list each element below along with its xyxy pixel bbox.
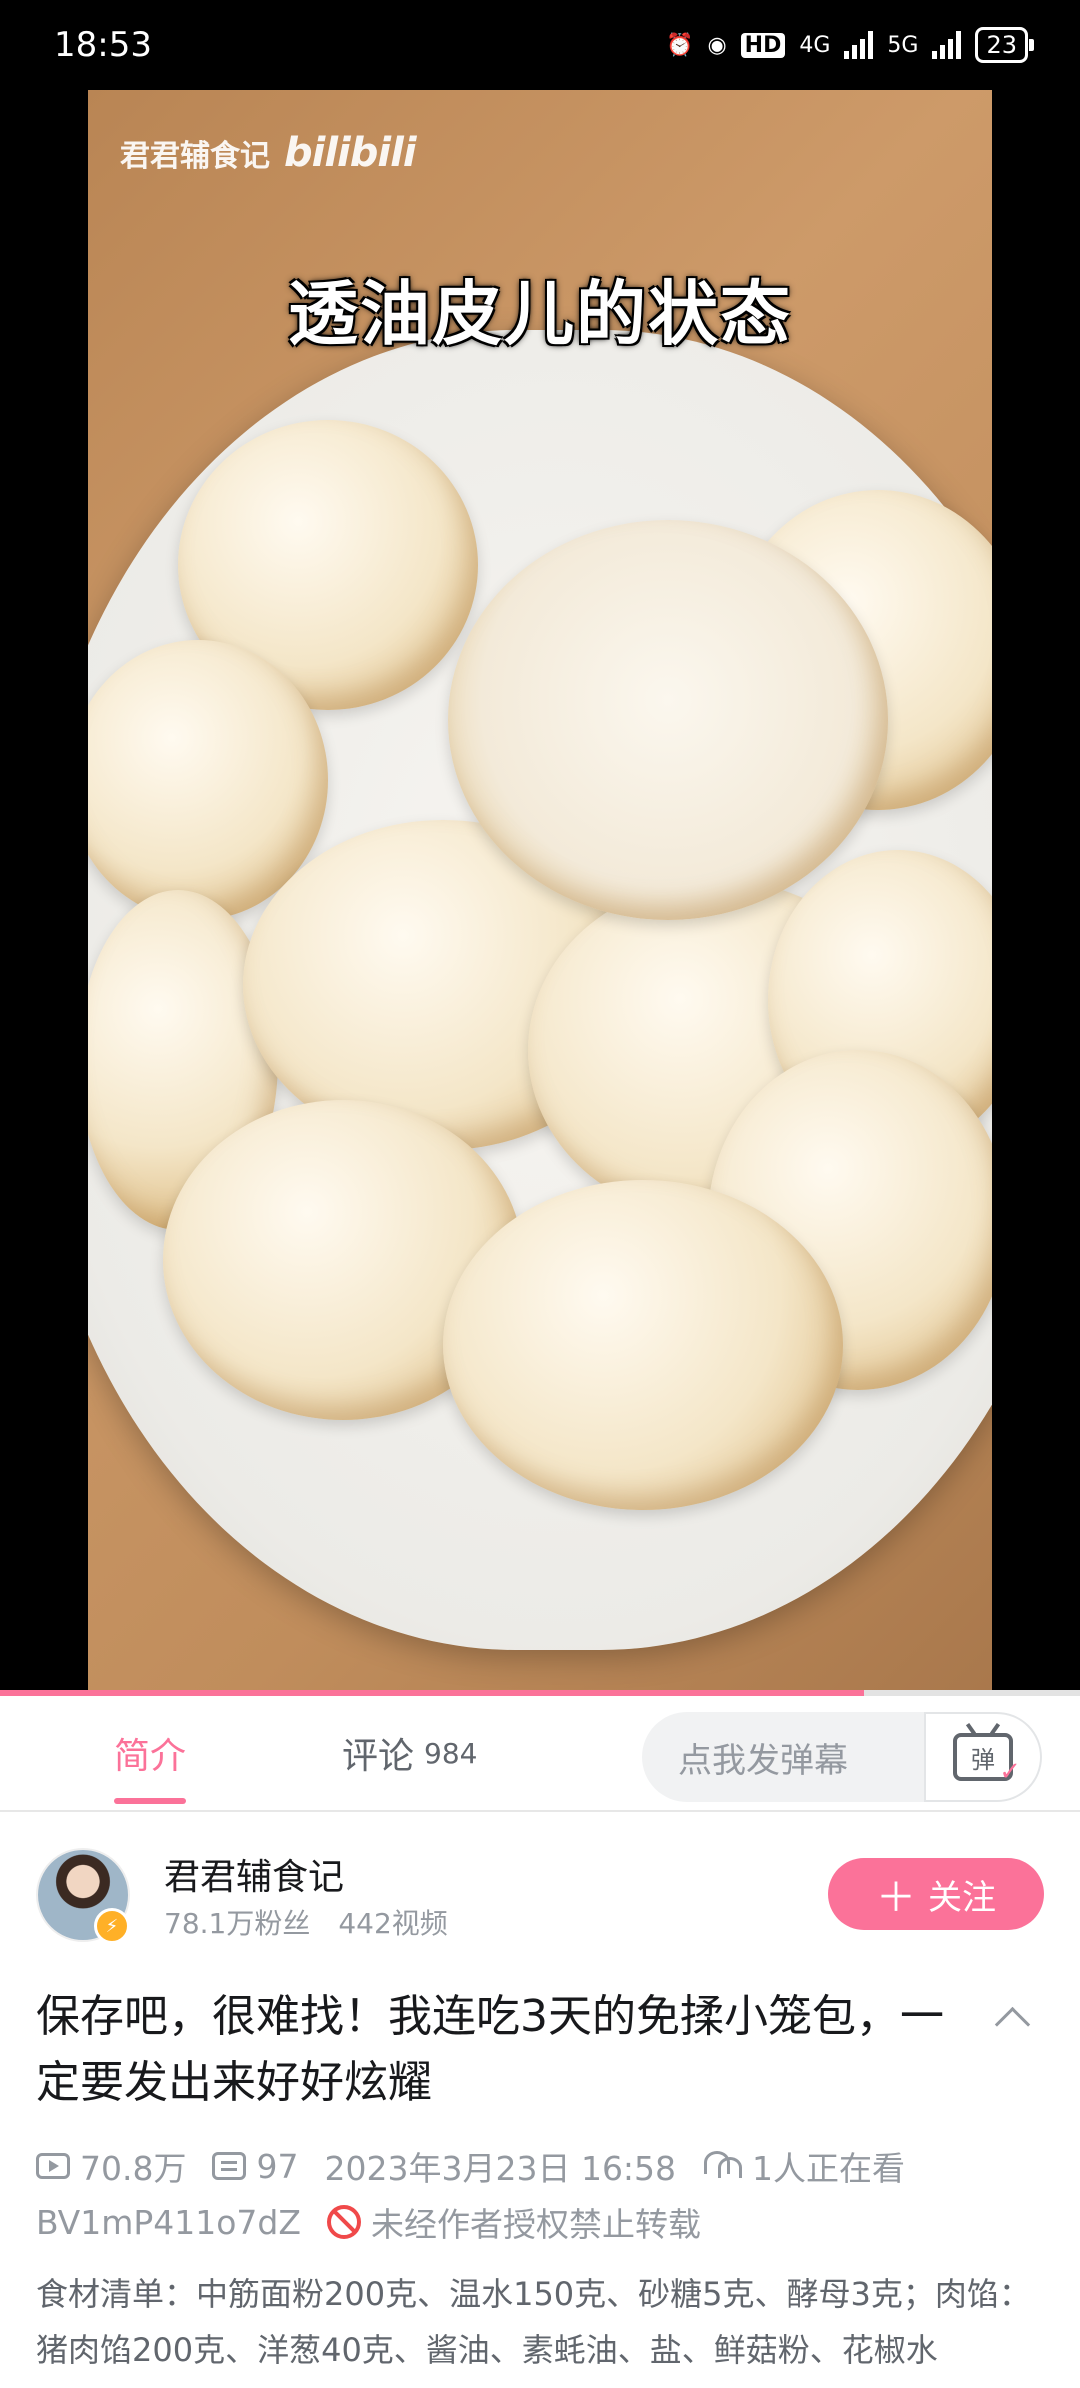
play-count-icon: [36, 2153, 70, 2179]
uploader-section: ⚡ 君君辅食记 78.1万粉丝 442视频 ＋ 关注: [0, 1812, 1080, 1962]
viewers-icon: [702, 2151, 743, 2181]
watching-count: 1人正在看: [752, 2149, 906, 2188]
detail-tabs: 简介 评论 984 点我发弹幕 弹 ✓: [0, 1696, 1080, 1812]
no-repost-icon: [326, 2205, 361, 2239]
watermark-channel: 君君辅食记: [120, 139, 270, 174]
danmaku-placeholder: 点我发弹幕: [678, 1740, 848, 1781]
uploader-followers: 78.1万粉丝: [164, 1907, 311, 1940]
bun-image: [448, 520, 888, 920]
hd-label: HD: [740, 32, 786, 58]
video-watermark: 君君辅食记 bilibili: [120, 130, 417, 176]
copyright-notice: 未经作者授权禁止转载: [370, 2205, 701, 2244]
network-4g-label: 4G: [799, 32, 831, 58]
danmaku-count: 97: [256, 2146, 299, 2186]
video-title: 保存吧，很难找！我连吃3天的免揉小笼包，一定要发出来好好炫耀: [36, 1991, 944, 2108]
uploader-stats: 78.1万粉丝 442视频: [164, 1902, 448, 1942]
check-icon: ✓: [999, 1757, 1021, 1787]
signal-icon: [844, 31, 874, 59]
signal-icon-2: [932, 31, 962, 59]
danmaku-count-icon: [212, 2152, 247, 2180]
video-description: 食材清单：中筋面粉200克、温水150克、砂糖5克、酵母3克；肉馅：猪肉馅200…: [36, 2275, 1031, 2369]
danmaku-icon-text: 弹: [971, 1745, 995, 1774]
chevron-up-icon[interactable]: [994, 2006, 1031, 2043]
network-5g-label: 5G: [887, 32, 919, 58]
publish-time: 2023年3月23日 16:58: [324, 2149, 677, 2188]
video-frame[interactable]: 君君辅食记 bilibili 透油皮儿的状态: [88, 90, 992, 1694]
comments-count: 984: [424, 1736, 478, 1770]
bvid[interactable]: BV1mP411o7dZ: [36, 2203, 301, 2242]
video-player[interactable]: 君君辅食记 bilibili 透油皮儿的状态: [0, 90, 1080, 1696]
follow-label: 关注: [928, 1877, 996, 1918]
follow-button[interactable]: ＋ 关注: [828, 1858, 1044, 1930]
tab-intro-label: 简介: [114, 1736, 187, 1777]
danmaku-toggle-button[interactable]: 弹 ✓: [924, 1712, 1042, 1802]
status-icons: ⏰ ◉ HD 4G 5G 23: [666, 27, 1034, 63]
tab-comments-label: 评论: [342, 1736, 415, 1777]
uploader-name[interactable]: 君君辅食记: [164, 1848, 344, 1900]
tab-comments[interactable]: 评论 984: [342, 1696, 477, 1810]
battery-icon: 23: [975, 27, 1034, 63]
bun-image: [443, 1180, 843, 1510]
video-stats-row: 70.8万 97 2023年3月23日 16:58 1人正在看: [36, 2142, 905, 2190]
video-id-row: BV1mP411o7dZ 未经作者授权禁止转载: [36, 2198, 701, 2246]
play-count: 70.8万: [80, 2149, 187, 2188]
hotspot-icon: ◉: [707, 32, 727, 58]
battery-level: 23: [986, 31, 1017, 59]
lightning-badge-icon: ⚡: [94, 1908, 130, 1944]
tab-active-indicator: [114, 1798, 187, 1804]
status-time: 18:53: [54, 25, 152, 65]
uploader-videos: 442视频: [338, 1907, 448, 1940]
video-caption: 透油皮儿的状态: [288, 273, 792, 355]
tab-intro[interactable]: 简介: [114, 1696, 187, 1810]
status-bar: 18:53 ⏰ ◉ HD 4G 5G 23: [0, 0, 1080, 90]
danmaku-tv-icon: 弹 ✓: [953, 1733, 1021, 1787]
plus-icon: ＋: [876, 1875, 916, 1921]
danmaku-input[interactable]: 点我发弹幕 弹 ✓: [642, 1712, 1042, 1802]
alarm-icon: ⏰: [666, 32, 694, 58]
bilibili-logo: bilibili: [284, 130, 417, 176]
